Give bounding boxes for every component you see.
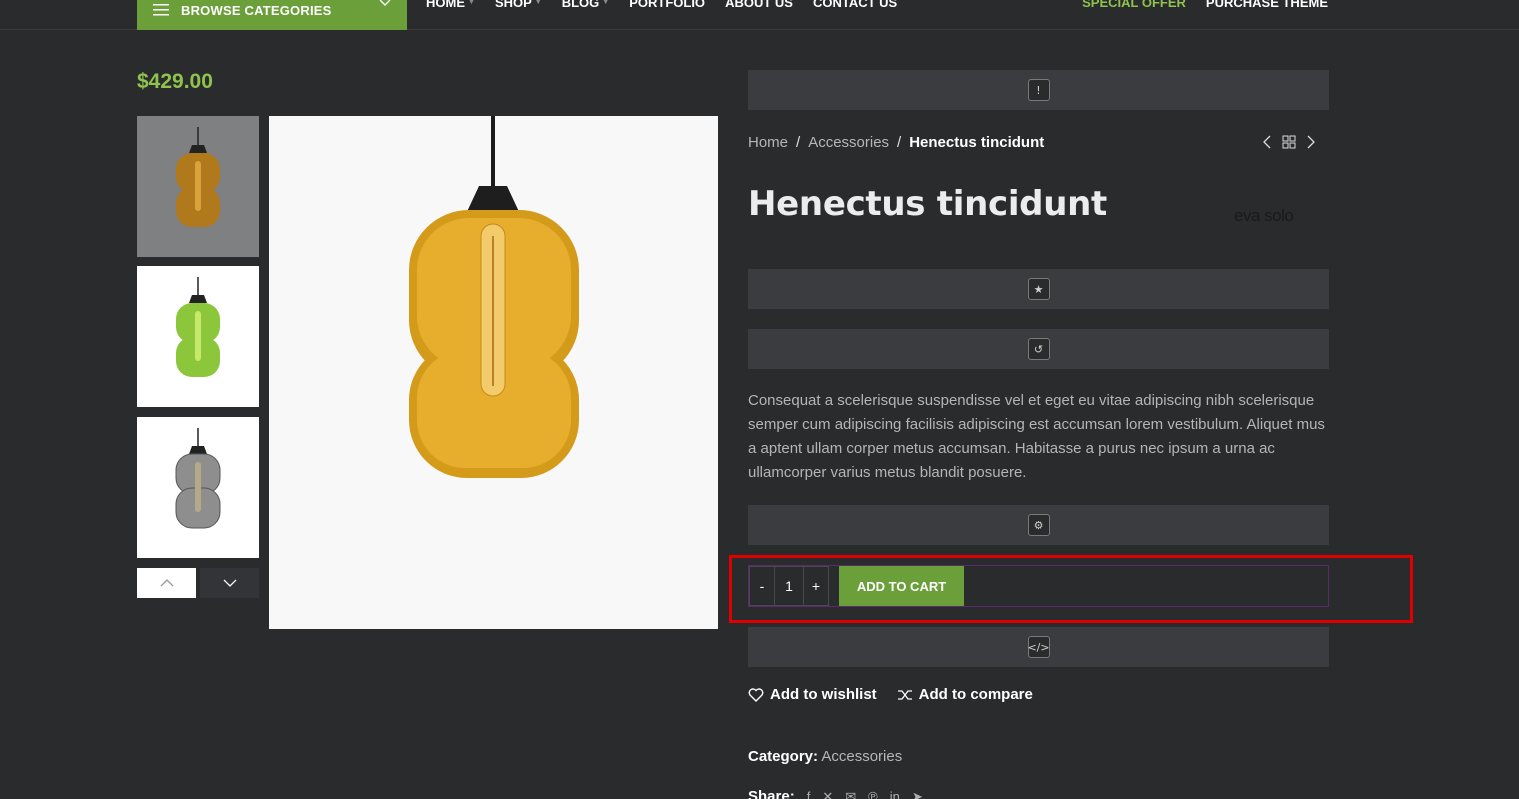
quantity-plus-button[interactable]: + (804, 567, 828, 605)
chevron-down-icon: ▼ (534, 0, 542, 6)
add-to-compare-link[interactable]: Add to compare (897, 686, 1033, 703)
star-cart-icon: ★ (1027, 278, 1050, 300)
chevron-down-icon: ▼ (602, 0, 610, 6)
pendant-lamp-image (409, 116, 579, 478)
chevron-up-icon (160, 579, 173, 587)
email-icon[interactable]: ✉ (845, 789, 856, 799)
product-price: $429.00 (137, 70, 213, 93)
browse-categories-button[interactable]: BROWSE CATEGORIES (137, 0, 407, 30)
thumbnail-prev-button[interactable] (137, 568, 196, 598)
linkedin-icon[interactable]: in (890, 789, 900, 799)
info-bar-history: ↺ (748, 329, 1329, 369)
product-main-image[interactable] (269, 116, 718, 629)
settings-chart-icon: ⚙ (1027, 514, 1050, 536)
thumbnail-grey[interactable] (137, 417, 259, 558)
add-to-wishlist-link[interactable]: Add to wishlist (748, 686, 877, 703)
purchase-theme-link[interactable]: PURCHASE THEME (1206, 0, 1328, 10)
product-category: Category: Accessories (748, 748, 902, 765)
chevron-right-icon[interactable] (1306, 135, 1316, 149)
breadcrumb-separator: / (796, 134, 801, 151)
product-actions: Add to wishlist Add to compare (748, 686, 1033, 703)
chevron-left-icon[interactable] (1262, 135, 1272, 149)
breadcrumb-separator: / (897, 134, 902, 151)
product-navigation (1262, 135, 1316, 149)
browse-categories-label: BROWSE CATEGORIES (181, 2, 332, 18)
shuffle-icon (897, 689, 912, 700)
header-right-links: SPECIAL OFFER PURCHASE THEME (1082, 0, 1328, 10)
category-link[interactable]: Accessories (821, 748, 902, 765)
breadcrumb-current: Henectus tincidunt (909, 134, 1045, 151)
breadcrumb: Home / Accessories / Henectus tincidunt (748, 134, 1044, 151)
thumbnail-amber[interactable] (137, 116, 259, 257)
alert-cart-icon: ! (1027, 79, 1050, 101)
quantity-stepper: - + (749, 566, 829, 606)
brand-logo[interactable]: eva solo (1234, 206, 1294, 226)
telegram-icon[interactable]: ➤ (912, 789, 923, 799)
wishlist-label: Add to wishlist (770, 686, 877, 703)
code-icon: </> (1027, 636, 1050, 658)
info-bar-settings: ⚙ (748, 505, 1329, 545)
thumbnail-green[interactable] (137, 266, 259, 407)
nav-shop[interactable]: SHOP ▼ (495, 0, 542, 10)
top-navigation: BROWSE CATEGORIES HOME ▼ SHOP ▼ BLOG ▼ PORT… (0, 0, 1519, 30)
chevron-down-icon (379, 0, 391, 6)
nav-about-us[interactable]: ABOUT US (725, 0, 793, 10)
add-to-cart-form: - + ADD TO CART (748, 565, 1329, 607)
category-key: Category: (748, 748, 819, 765)
pendant-lamp-image (175, 427, 221, 528)
chevron-down-icon: ▼ (468, 0, 475, 6)
pinterest-icon[interactable]: ℗ (868, 789, 878, 799)
history-icon: ↺ (1027, 338, 1050, 360)
quantity-input[interactable] (774, 567, 804, 605)
x-icon[interactable]: ✕ (822, 789, 833, 799)
info-bar-alert: ! (748, 70, 1329, 110)
nav-home[interactable]: HOME ▼ (426, 0, 475, 10)
compare-label: Add to compare (918, 686, 1033, 703)
special-offer-link[interactable]: SPECIAL OFFER (1082, 0, 1186, 10)
nav-blog[interactable]: BLOG ▼ (562, 0, 610, 10)
add-to-cart-button[interactable]: ADD TO CART (839, 566, 964, 606)
main-nav: HOME ▼ SHOP ▼ BLOG ▼ PORTFOLIO ABOUT US CON… (426, 0, 897, 10)
grid-icon[interactable] (1282, 135, 1296, 149)
facebook-icon[interactable]: f (807, 789, 811, 799)
pendant-lamp-image (176, 126, 220, 227)
thumbnail-next-button[interactable] (200, 568, 259, 598)
heart-icon (748, 687, 764, 702)
breadcrumb-accessories[interactable]: Accessories (808, 134, 889, 151)
nav-contact-us[interactable]: CONTACT US (813, 0, 897, 10)
chevron-down-icon (223, 579, 236, 587)
product-title: Henectus tincidunt (748, 184, 1107, 224)
pendant-lamp-image (176, 276, 220, 377)
info-bar-code: </> (748, 627, 1329, 667)
share-row: Share: f ✕ ✉ ℗ in ➤ (748, 788, 923, 799)
info-bar-rating: ★ (748, 269, 1329, 309)
quantity-minus-button[interactable]: - (750, 567, 774, 605)
menu-icon (153, 4, 169, 16)
share-label: Share: (748, 788, 795, 799)
product-description: Consequat a scelerisque suspendisse vel … (748, 392, 1325, 481)
breadcrumb-home[interactable]: Home (748, 134, 788, 151)
nav-portfolio[interactable]: PORTFOLIO (629, 0, 705, 10)
